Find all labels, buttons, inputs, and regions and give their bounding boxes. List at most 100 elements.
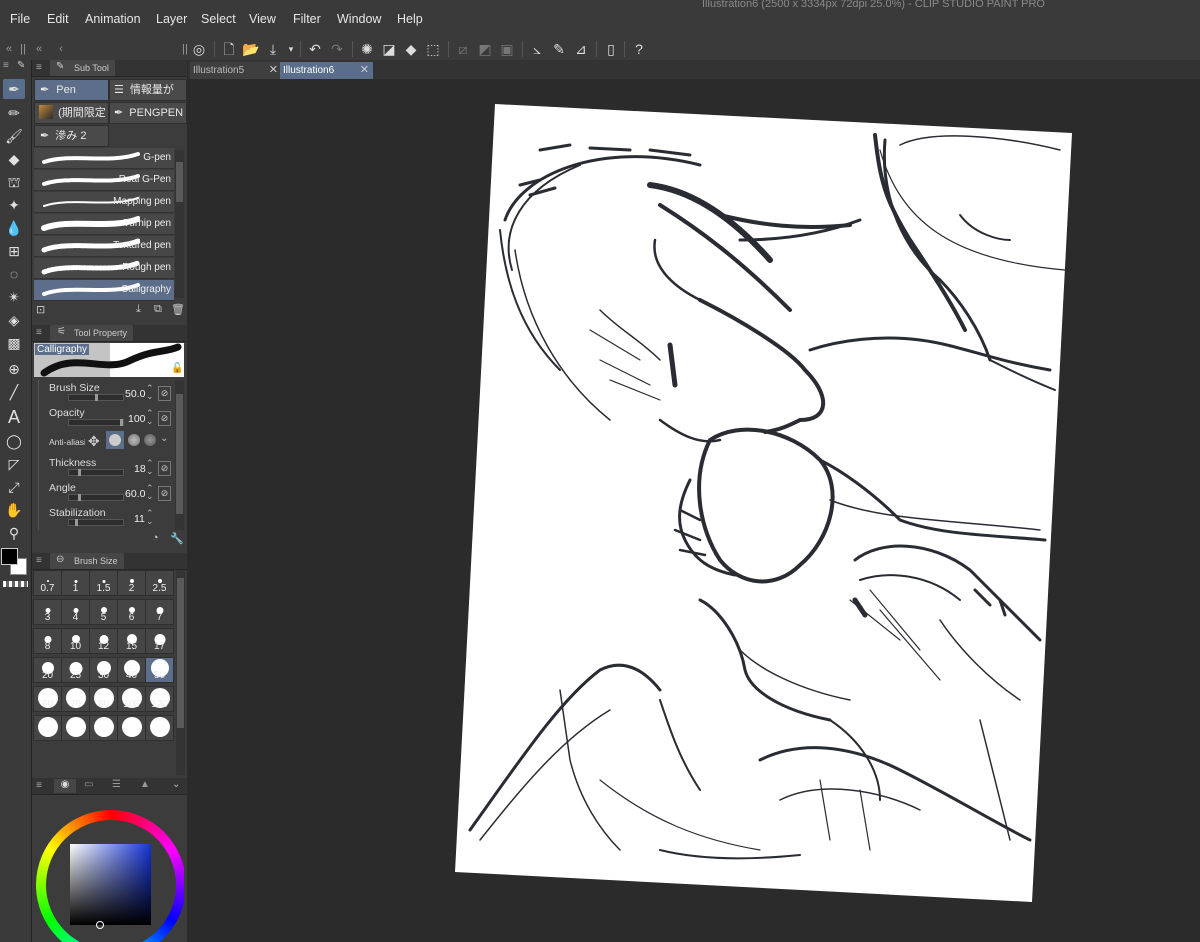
- chevron-down-icon[interactable]: ▾: [282, 40, 300, 58]
- menu-layer[interactable]: Layer: [156, 12, 187, 26]
- stepper-icon[interactable]: ⌃ ⌄: [146, 509, 154, 526]
- canvas-svg[interactable]: [188, 79, 1200, 942]
- redo-icon[interactable]: ↷: [328, 40, 346, 58]
- tab-illustration6[interactable]: Illustration6 ✕: [280, 62, 373, 79]
- stepper-icon[interactable]: ⌃ ⌄: [146, 484, 154, 501]
- saturation-value-square[interactable]: [70, 844, 151, 925]
- operation-icon[interactable]: ⊕: [3, 359, 25, 379]
- auto-select-icon[interactable]: ✴: [3, 287, 25, 307]
- slider-knob[interactable]: [95, 394, 98, 401]
- brush-size-cell[interactable]: 8: [33, 628, 62, 654]
- eyedropper-icon[interactable]: ⚲: [3, 523, 25, 543]
- help-icon[interactable]: ?: [630, 40, 648, 58]
- ruler-icon[interactable]: ◸: [3, 454, 25, 474]
- brush-item-selected[interactable]: Calligraphy: [34, 280, 174, 301]
- smartphone-icon[interactable]: ▯: [602, 40, 620, 58]
- slider-knob[interactable]: [78, 469, 81, 476]
- menu-icon[interactable]: ≡: [36, 327, 42, 338]
- scrollbar-thumb[interactable]: [176, 162, 183, 202]
- brush-size-cell[interactable]: 15: [117, 628, 146, 654]
- color-slider-tab[interactable]: ▭: [84, 779, 93, 790]
- open-folder-icon[interactable]: 📂: [242, 40, 260, 58]
- balloon-icon[interactable]: ◯: [3, 431, 25, 451]
- brush-size-cell[interactable]: [33, 715, 62, 741]
- stabilization-value[interactable]: 11: [134, 513, 145, 525]
- brush-size-cell[interactable]: 0.7: [33, 570, 62, 596]
- scrollbar-thumb[interactable]: [176, 394, 183, 514]
- eraser-icon[interactable]: ◆: [3, 149, 25, 169]
- brush-size-cell[interactable]: 1.5: [89, 570, 118, 596]
- opacity-toggle[interactable]: ⊘: [158, 411, 171, 426]
- brush-item[interactable]: Mapping pen: [34, 192, 174, 213]
- angle-slider[interactable]: [68, 494, 124, 501]
- collapse-right-icon[interactable]: «: [30, 40, 48, 58]
- stepper-icon[interactable]: ⌃ ⌄: [146, 409, 154, 426]
- subtool-settings-icon[interactable]: ⊡: [36, 303, 45, 316]
- subtool-group-pen[interactable]: ✒ Pen: [34, 79, 109, 101]
- menu-filter[interactable]: Filter: [293, 12, 321, 26]
- brush-size-cell[interactable]: 25: [61, 657, 90, 683]
- brush-size-cell[interactable]: [117, 715, 146, 741]
- pressure-toggle[interactable]: ⊘: [158, 386, 171, 401]
- canvas-area[interactable]: [188, 79, 1200, 942]
- subtool-group-pengpen[interactable]: ✒ PENGPEN: [109, 102, 187, 124]
- brush-size-cell[interactable]: 70: [61, 686, 90, 712]
- color-picker-cursor[interactable]: [96, 921, 104, 929]
- clear-icon[interactable]: ◪: [380, 40, 398, 58]
- snap-ruler-icon[interactable]: ⦣: [528, 40, 546, 58]
- brush-size-cell[interactable]: 17: [145, 628, 174, 654]
- antialias-none-icon[interactable]: ✥: [88, 433, 100, 450]
- brush-size-cell[interactable]: [145, 715, 174, 741]
- brush-size-scrollbar[interactable]: [176, 570, 185, 775]
- snap-special-ruler-icon[interactable]: ✎: [550, 40, 568, 58]
- clip-studio-icon[interactable]: ◎: [190, 40, 208, 58]
- brush-size-cell[interactable]: 50: [145, 657, 174, 683]
- thickness-toggle[interactable]: ⊘: [158, 461, 171, 476]
- save-icon[interactable]: ⤓: [264, 40, 282, 58]
- slider-knob[interactable]: [78, 494, 81, 501]
- brush-size-slider[interactable]: [68, 394, 124, 401]
- subtool-group-limited[interactable]: (期間限定: [34, 102, 109, 124]
- menu-help[interactable]: Help: [397, 12, 423, 26]
- stabilization-slider[interactable]: [68, 519, 124, 526]
- brush-size-cell[interactable]: 20: [33, 657, 62, 683]
- brush-size-cell[interactable]: 40: [117, 657, 146, 683]
- menu-edit[interactable]: Edit: [47, 12, 69, 26]
- scrollbar-thumb[interactable]: [177, 578, 184, 728]
- close-icon[interactable]: ✕: [360, 62, 369, 79]
- antialias-mid-option[interactable]: [128, 434, 140, 446]
- decoration-icon[interactable]: ✦: [3, 195, 25, 215]
- stepper-icon[interactable]: ⌃ ⌄: [146, 459, 154, 476]
- lock-icon[interactable]: 🔓: [171, 363, 183, 374]
- brush-item[interactable]: Textured pen: [34, 236, 174, 257]
- opacity-value[interactable]: 100: [128, 413, 146, 425]
- menu-view[interactable]: View: [249, 12, 276, 26]
- antialias-strong-option[interactable]: [144, 434, 156, 446]
- slider-knob[interactable]: [75, 519, 78, 526]
- approximate-color-tab[interactable]: ▲: [140, 779, 150, 790]
- hand-icon[interactable]: ✋: [3, 500, 25, 520]
- chevron-down-icon[interactable]: ⌄: [160, 433, 168, 444]
- brush-size-value[interactable]: 50.0: [125, 388, 145, 400]
- slider-knob[interactable]: [120, 419, 123, 426]
- deselect-icon[interactable]: ⧄: [454, 40, 472, 58]
- color-wheel-tab[interactable]: ◉: [54, 779, 76, 793]
- brush-size-cell[interactable]: 100: [117, 686, 146, 712]
- brush-item[interactable]: Turnip pen: [34, 214, 174, 235]
- brush-item[interactable]: G-pen: [34, 148, 174, 169]
- reset-icon[interactable]: ◔: [152, 532, 159, 544]
- brush-list-scrollbar[interactable]: [175, 150, 184, 298]
- pen-icon[interactable]: ✒: [3, 79, 25, 99]
- undo-icon[interactable]: ↶: [306, 40, 324, 58]
- brush-size-cell[interactable]: 10: [61, 628, 90, 654]
- loading-icon[interactable]: ✺: [358, 40, 376, 58]
- invert-selection-icon[interactable]: ◩: [476, 40, 494, 58]
- show-selection-icon[interactable]: ▣: [498, 40, 516, 58]
- brush-size-cell[interactable]: 5: [89, 599, 118, 625]
- fill-icon[interactable]: ◆: [402, 40, 420, 58]
- subtool-group-info[interactable]: ☰ 情報量が: [109, 79, 187, 101]
- line-icon[interactable]: ╱: [3, 382, 25, 402]
- angle-value[interactable]: 60.0: [125, 488, 145, 500]
- brush-item[interactable]: Real G-Pen: [34, 170, 174, 191]
- frame-icon[interactable]: ⊞: [3, 241, 25, 261]
